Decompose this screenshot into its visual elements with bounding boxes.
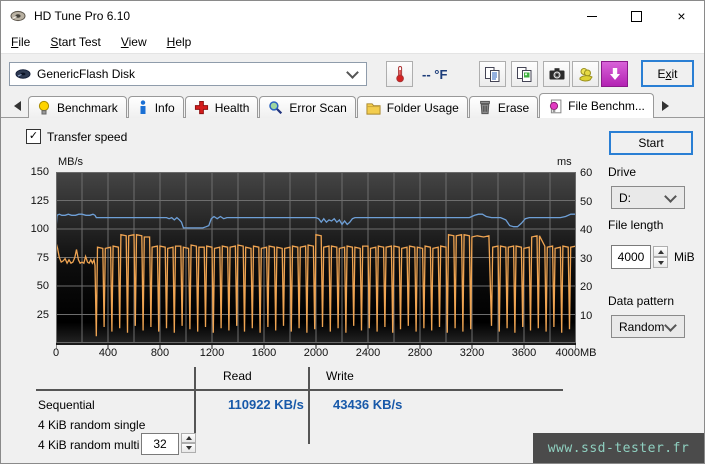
tab-erase[interactable]: Erase — [469, 96, 538, 118]
row-label-sequential: Sequential — [38, 398, 95, 412]
random-multi-queue-input[interactable]: 32 — [141, 433, 179, 455]
magnifier-icon — [268, 100, 283, 115]
donate-button[interactable] — [572, 61, 599, 87]
file-length-input[interactable]: 4000 — [611, 245, 651, 269]
thermometer-icon — [392, 65, 408, 83]
tab-info[interactable]: Info — [128, 96, 184, 118]
copy-image-button[interactable] — [511, 61, 538, 87]
close-button[interactable]: × — [659, 1, 704, 31]
spin-up-icon — [186, 436, 192, 440]
menu-file[interactable]: File — [1, 33, 40, 51]
data-pattern-label: Data pattern — [608, 294, 674, 308]
queue-spin-up-button[interactable] — [181, 433, 196, 443]
read-column-header: Read — [223, 369, 252, 383]
drive-select-value: D: — [619, 191, 631, 205]
watermark: www.ssd-tester.fr — [533, 433, 704, 464]
file-length-unit: MiB — [674, 250, 695, 264]
transfer-speed-label: Transfer speed — [47, 130, 127, 144]
copy-image-icon — [516, 66, 533, 83]
info-icon — [137, 100, 149, 115]
x-axis-ticks: 040080012001600200024002800320036004000M… — [56, 347, 596, 361]
menu-help[interactable]: Help — [157, 33, 202, 51]
drive-selector-value: GenericFlash Disk — [37, 67, 135, 81]
sequential-read-value: 110922 KB/s — [228, 397, 304, 412]
temperature-readout: -- °F — [422, 67, 447, 82]
file-length-label: File length — [608, 218, 663, 232]
tab-benchmark[interactable]: Benchmark — [28, 96, 127, 118]
write-column-header: Write — [326, 369, 354, 383]
tab-error-scan[interactable]: Error Scan — [259, 96, 355, 118]
row-label-4kib-random-single: 4 KiB random single — [38, 418, 145, 432]
chevron-down-icon — [346, 66, 359, 79]
tab-scroll-right-button[interactable] — [657, 97, 675, 115]
benchmark-chart-svg — [56, 172, 576, 350]
file-length-spin-up-button[interactable] — [653, 246, 668, 257]
screenshot-button[interactable] — [543, 61, 570, 87]
file-length-spinner: 4000 MiB — [611, 245, 695, 269]
results-divider-horizontal — [36, 389, 563, 391]
trash-icon — [478, 100, 492, 115]
bulb-icon — [37, 100, 51, 115]
minimize-icon — [587, 16, 597, 17]
tab-bar: Benchmark Info Health Error Scan — [1, 93, 704, 118]
tab-health[interactable]: Health — [185, 96, 259, 118]
minimize-button[interactable] — [569, 1, 614, 31]
menu-view[interactable]: View — [111, 33, 157, 51]
queue-spin-down-button[interactable] — [181, 443, 196, 453]
chevron-down-icon — [664, 190, 677, 203]
exit-button[interactable]: Exit — [641, 60, 694, 87]
save-download-icon — [607, 66, 623, 82]
file-benchmark-panel: ✓ Transfer speed MB/s ms 150125100755025… — [1, 117, 704, 464]
maximize-button[interactable] — [614, 1, 659, 31]
save-results-button[interactable] — [601, 61, 628, 87]
random-multi-queue-spinner: 32 — [141, 433, 196, 455]
drive-label: Drive — [608, 165, 636, 179]
file-benchmark-icon — [548, 99, 562, 114]
drive-select[interactable]: D: — [611, 186, 685, 209]
menu-start-test[interactable]: Start Test — [40, 33, 110, 51]
title-bar: HD Tune Pro 6.10 × — [1, 1, 704, 31]
menu-bar: File Start Test View Help — [1, 31, 704, 54]
health-cross-icon — [194, 100, 209, 115]
toolbar: GenericFlash Disk -- °F — [1, 54, 704, 93]
folder-icon — [366, 101, 381, 115]
copy-text-button[interactable] — [479, 61, 506, 87]
y-axis-left-ticks: 150125100755025 — [9, 172, 53, 343]
transfer-speed-checkbox[interactable]: ✓ Transfer speed — [26, 129, 127, 144]
benchmark-plot — [56, 172, 576, 349]
camera-icon — [548, 66, 566, 82]
data-pattern-select[interactable]: Random — [611, 315, 685, 338]
row-label-4kib-random-multi: 4 KiB random multi — [38, 438, 139, 452]
window-title: HD Tune Pro 6.10 — [34, 9, 130, 23]
maximize-icon — [631, 11, 642, 22]
tab-scroll-left-button[interactable] — [8, 97, 26, 115]
tab-folder-usage[interactable]: Folder Usage — [357, 96, 468, 118]
spin-down-icon — [658, 261, 664, 265]
drive-selector[interactable]: GenericFlash Disk — [9, 62, 367, 86]
spin-up-icon — [658, 250, 664, 254]
y-left-axis-unit: MB/s — [58, 156, 83, 168]
results-divider-vertical-2 — [308, 367, 310, 444]
data-pattern-value: Random — [619, 320, 664, 334]
spin-down-icon — [186, 446, 192, 450]
arrow-left-icon — [14, 101, 21, 111]
checkbox-check-icon: ✓ — [26, 129, 41, 144]
temperature-button[interactable] — [386, 61, 413, 87]
close-icon: × — [677, 9, 685, 23]
app-disk-icon — [10, 8, 26, 24]
app-window: HD Tune Pro 6.10 × File Start Test View … — [0, 0, 705, 464]
file-length-spin-down-button[interactable] — [653, 257, 668, 268]
chevron-down-icon — [664, 319, 677, 332]
y-right-axis-unit: ms — [557, 156, 572, 168]
arrow-right-icon — [662, 101, 669, 111]
sequential-write-value: 43436 KB/s — [333, 397, 402, 412]
start-button[interactable]: Start — [609, 131, 693, 155]
y-axis-right-ticks: 605040302010 — [580, 172, 610, 343]
disk-icon — [15, 66, 31, 82]
copy-text-icon — [484, 66, 501, 83]
tab-file-benchmark[interactable]: File Benchm... — [539, 93, 654, 118]
donate-hand-icon — [577, 66, 595, 83]
